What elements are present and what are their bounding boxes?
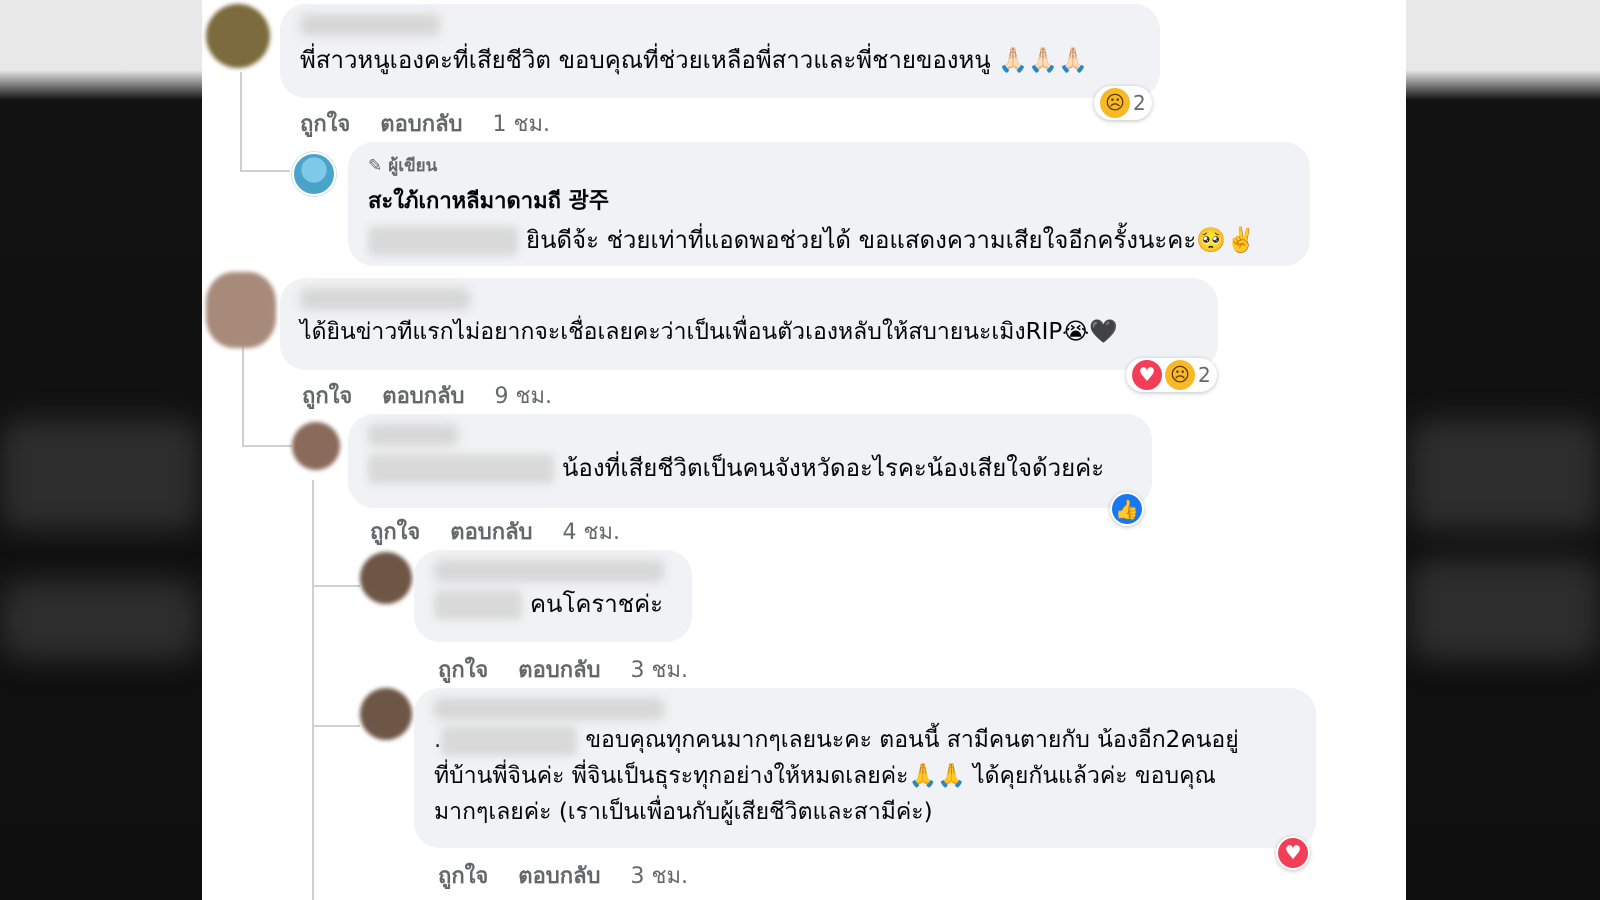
like-link[interactable]: ถูกใจ (302, 378, 352, 413)
avatar[interactable] (206, 272, 276, 348)
blurred-mention (368, 226, 518, 256)
avatar[interactable] (206, 4, 270, 68)
blurred-author-name (434, 560, 664, 582)
comment-text: คนโคราชค่ะ (530, 590, 664, 618)
comment-bubble: คนโคราชค่ะ (414, 550, 692, 642)
timestamp[interactable]: 3 ชม. (631, 858, 688, 893)
comment-actions: ถูกใจ ตอบกลับ 4 ชม. (370, 514, 620, 549)
blurred-backdrop-left-top (0, 420, 200, 530)
reaction-summary[interactable]: ☹ 2 (1094, 86, 1152, 120)
thread-line (242, 345, 244, 447)
like-link[interactable]: ถูกใจ (438, 652, 488, 687)
thread-line (312, 480, 314, 900)
like-link[interactable]: ถูกใจ (438, 858, 488, 893)
comment-bubble: พี่สาวหนูเองคะที่เสียชีวิต ขอบคุณที่ช่วย… (280, 4, 1160, 98)
blurred-author-name (434, 698, 664, 720)
comment-text: ได้ยินข่าวทีแรกไม่อยากจะเชื่อเลยคะว่าเป็… (300, 319, 1118, 345)
comment-text: พี่สาวหนูเองคะที่เสียชีวิต ขอบคุณที่ช่วย… (300, 46, 1088, 74)
timestamp[interactable]: 1 ชม. (493, 106, 550, 141)
timestamp[interactable]: 3 ชม. (631, 652, 688, 687)
reaction-summary[interactable]: ♥ ☹ 2 (1126, 358, 1217, 392)
reaction-count: 2 (1133, 91, 1146, 115)
blurred-mention (368, 454, 554, 484)
avatar[interactable] (360, 688, 412, 740)
reaction-count: 2 (1198, 363, 1211, 387)
pencil-icon: ✎ (368, 155, 383, 176)
comment-text: ยินดีจ้ะ ช่วยเท่าที่แอดพอช่วยได้ ขอแสดงค… (526, 226, 1256, 254)
love-reaction-icon: ♥ (1278, 838, 1308, 868)
comment-actions: ถูกใจ ตอบกลับ 1 ชม. (300, 106, 550, 141)
comment-actions: ถูกใจ ตอบกลับ 3 ชม. (438, 652, 688, 687)
blurred-author-name (368, 424, 458, 446)
comment-text-line1: ขอบคุณทุกคนมากๆเลยนะคะ ตอนนี้ สามีคนตายก… (585, 727, 1239, 753)
avatar[interactable] (292, 422, 340, 470)
reply-link[interactable]: ตอบกลับ (518, 858, 600, 893)
reaction-summary[interactable]: ♥ (1276, 836, 1310, 870)
reaction-summary[interactable]: 👍 (1110, 492, 1144, 526)
blurred-mention (441, 725, 578, 756)
sad-reaction-icon: ☹ (1100, 88, 1130, 118)
author-badge-label: ผู้เขียน (388, 156, 438, 176)
comment-bubble: ✎ ผู้เขียน สะใภ้เกาหลีมาดามถี 광주 ยินดีจ้… (348, 142, 1310, 266)
reply-link[interactable]: ตอบกลับ (380, 106, 462, 141)
timestamp[interactable]: 9 ชม. (495, 378, 552, 413)
blurred-backdrop-right-bottom (1410, 560, 1600, 660)
timestamp[interactable]: 4 ชม. (563, 514, 620, 549)
comment-text: น้องที่เสียชีวิตเป็นคนจังหวัดอะไรคะน้องเ… (562, 454, 1105, 482)
blurred-mention (434, 590, 522, 620)
blurred-author-name (300, 288, 470, 310)
blurred-author-name (300, 14, 440, 36)
comment-bubble: . ขอบคุณทุกคนมากๆเลยนะคะ ตอนนี้ สามีคนตาย… (414, 688, 1316, 848)
comments-panel: พี่สาวหนูเองคะที่เสียชีวิต ขอบคุณที่ช่วย… (202, 0, 1406, 900)
comment-text-line3: มากๆเลยค่ะ (เราเป็นเพื่อนกับผู้เสียชีวิต… (434, 799, 933, 825)
comment-text-line2: ที่บ้านพี่จินค่ะ พี่จินเป็นธุระทุกอย่างใ… (434, 763, 1216, 789)
reply-link[interactable]: ตอบกลับ (450, 514, 532, 549)
comment-actions: ถูกใจ ตอบกลับ 3 ชม. (438, 858, 688, 893)
like-reaction-icon: 👍 (1112, 494, 1142, 524)
like-link[interactable]: ถูกใจ (370, 514, 420, 549)
comment-bubble: น้องที่เสียชีวิตเป็นคนจังหวัดอะไรคะน้องเ… (348, 414, 1152, 508)
thread-line (240, 72, 242, 172)
like-link[interactable]: ถูกใจ (300, 106, 350, 141)
love-reaction-icon: ♥ (1132, 360, 1162, 390)
thread-line (240, 170, 290, 172)
blurred-backdrop-left-bottom (0, 580, 200, 660)
blurred-backdrop-right-top (1410, 420, 1600, 530)
reply-link[interactable]: ตอบกลับ (382, 378, 464, 413)
reply-link[interactable]: ตอบกลับ (518, 652, 600, 687)
avatar[interactable] (360, 552, 412, 604)
thread-line (242, 445, 292, 447)
thread-line (312, 585, 360, 587)
page-avatar[interactable] (292, 152, 336, 196)
comment-actions: ถูกใจ ตอบกลับ 9 ชม. (302, 378, 552, 413)
page-name[interactable]: สะใภ้เกาหลีมาดามถี 광주 (368, 183, 1290, 218)
thread-line (312, 725, 360, 727)
sad-reaction-icon: ☹ (1165, 360, 1195, 390)
author-badge: ✎ ผู้เขียน (368, 152, 1290, 179)
comment-bubble: ได้ยินข่าวทีแรกไม่อยากจะเชื่อเลยคะว่าเป็… (280, 278, 1218, 370)
